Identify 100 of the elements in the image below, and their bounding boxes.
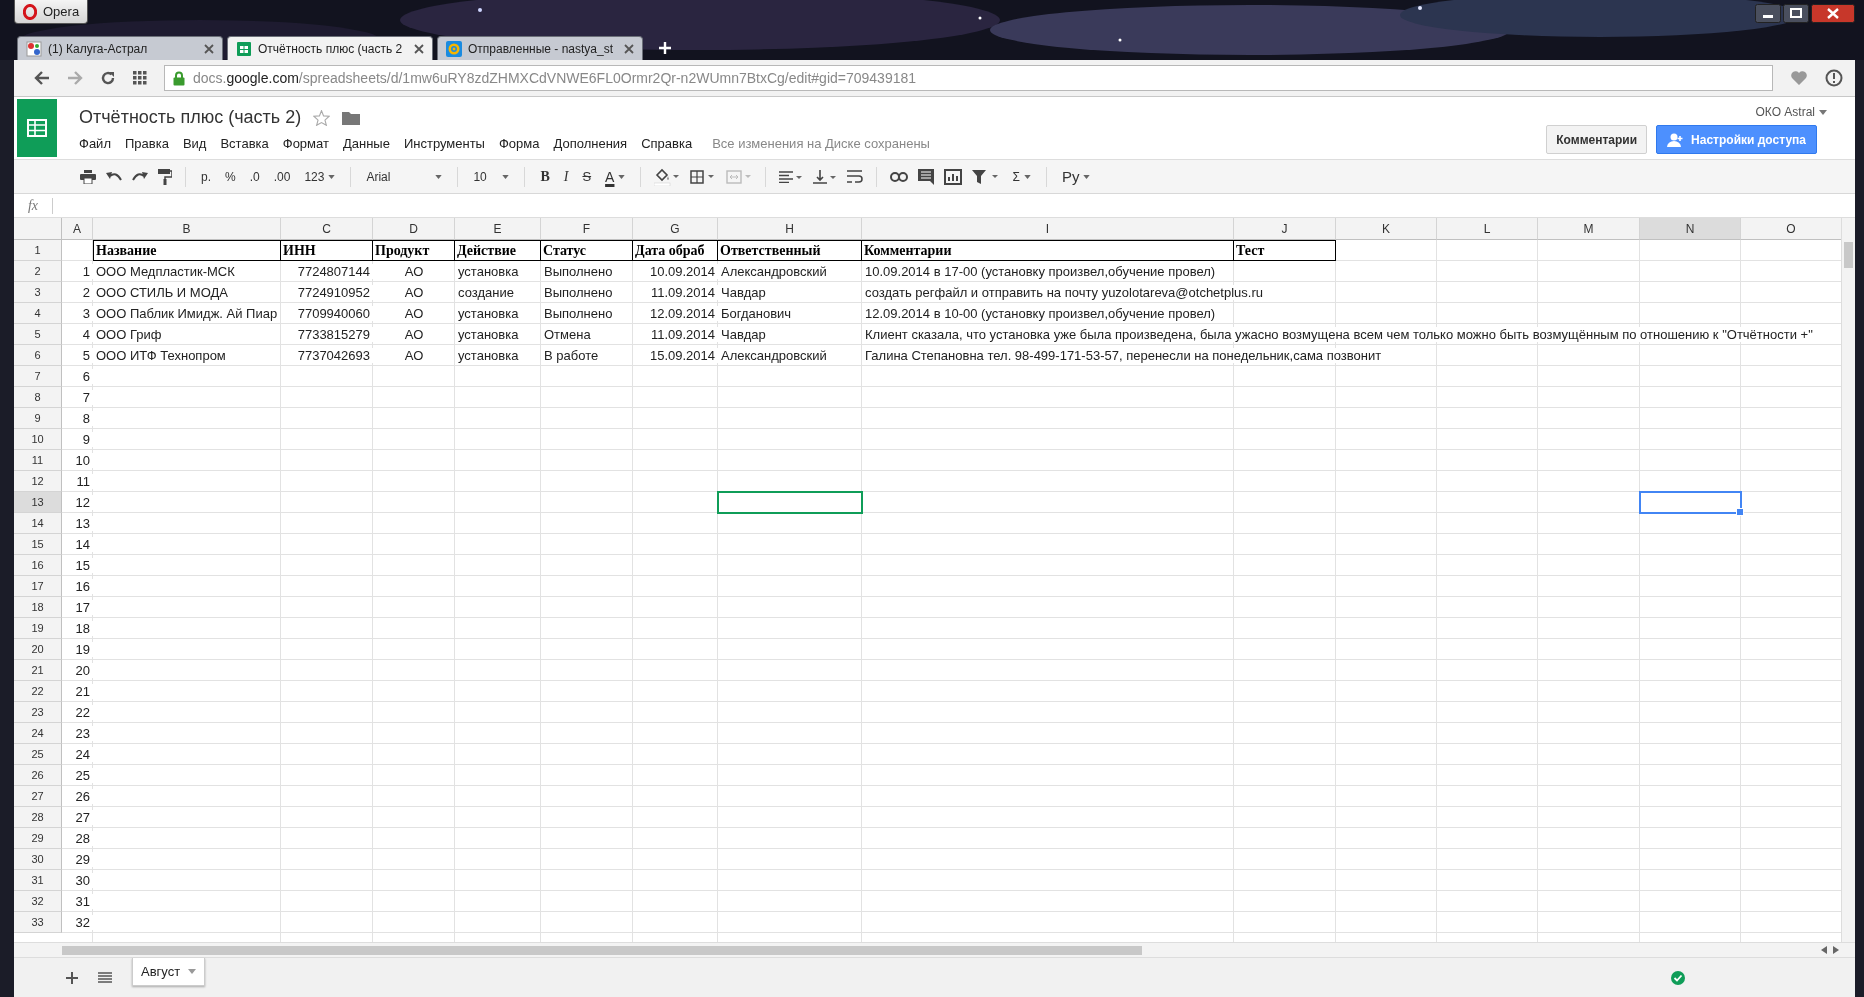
- row-header[interactable]: 7: [14, 366, 62, 387]
- sheet-tab[interactable]: Август: [132, 957, 206, 986]
- row-header[interactable]: 13: [14, 492, 62, 513]
- menu-item[interactable]: Файл: [79, 136, 111, 151]
- selected-cell[interactable]: [1639, 491, 1742, 514]
- browser-tab[interactable]: Отправленные - nastya_st: [437, 36, 643, 60]
- row-header[interactable]: 17: [14, 576, 62, 597]
- menu-item[interactable]: Дополнения: [553, 136, 628, 151]
- functions-dropdown[interactable]: Σ: [1010, 169, 1033, 184]
- text-wrap-icon[interactable]: [847, 169, 864, 184]
- row-header[interactable]: 28: [14, 807, 62, 828]
- add-sheet-icon[interactable]: [66, 971, 78, 984]
- increase-decimals-button[interactable]: .00: [271, 169, 293, 184]
- undo-icon[interactable]: [106, 170, 122, 183]
- vertical-scrollbar[interactable]: [1841, 218, 1855, 942]
- row-header[interactable]: 2: [14, 261, 62, 282]
- browser-tab[interactable]: Отчётность плюс (часть 2: [227, 36, 433, 60]
- scroll-right-icon[interactable]: [1833, 946, 1839, 954]
- menu-item[interactable]: Справка: [641, 136, 693, 151]
- sheet-list-icon[interactable]: [98, 972, 112, 983]
- grid-icon[interactable]: [133, 71, 147, 85]
- italic-button[interactable]: I: [561, 168, 571, 185]
- new-tab-icon[interactable]: [659, 42, 671, 54]
- row-header[interactable]: 23: [14, 702, 62, 723]
- row-header[interactable]: 30: [14, 849, 62, 870]
- menu-item[interactable]: Данные: [342, 136, 390, 151]
- close-icon[interactable]: [1811, 4, 1855, 23]
- folder-icon[interactable]: [342, 110, 361, 125]
- row-header[interactable]: 3: [14, 282, 62, 303]
- font-dropdown[interactable]: Arial: [364, 169, 445, 184]
- decrease-decimals-button[interactable]: .0: [247, 169, 262, 184]
- input-tools-dropdown[interactable]: Ру: [1059, 168, 1093, 185]
- row-header[interactable]: 16: [14, 555, 62, 576]
- row-header[interactable]: 9: [14, 408, 62, 429]
- reload-icon[interactable]: [100, 70, 116, 86]
- row-header[interactable]: 21: [14, 660, 62, 681]
- row-header[interactable]: 29: [14, 828, 62, 849]
- browser-tab[interactable]: (1) Калуга-Астрал: [17, 36, 223, 60]
- comments-button[interactable]: Комментарии: [1546, 125, 1648, 154]
- column-header[interactable]: J: [1234, 218, 1336, 240]
- row-header[interactable]: 26: [14, 765, 62, 786]
- column-header[interactable]: K: [1336, 218, 1437, 240]
- row-header[interactable]: 15: [14, 534, 62, 555]
- heart-icon[interactable]: [1790, 70, 1808, 86]
- column-header[interactable]: G: [633, 218, 718, 240]
- column-header[interactable]: B: [93, 218, 281, 240]
- redo-icon[interactable]: [132, 170, 148, 183]
- column-header[interactable]: L: [1437, 218, 1538, 240]
- paint-roller-icon[interactable]: [158, 168, 172, 185]
- font-size-dropdown[interactable]: 10: [471, 169, 512, 184]
- row-header[interactable]: 31: [14, 870, 62, 891]
- strikethrough-button[interactable]: S: [580, 169, 594, 184]
- text-color-button[interactable]: A: [603, 168, 628, 185]
- column-header[interactable]: A: [62, 218, 93, 240]
- account-menu[interactable]: ОКО Astral: [1755, 105, 1827, 119]
- row-header[interactable]: 6: [14, 345, 62, 366]
- row-header[interactable]: 1: [14, 240, 62, 261]
- menu-item[interactable]: Форма: [498, 136, 540, 151]
- row-header[interactable]: 22: [14, 681, 62, 702]
- column-header[interactable]: I: [862, 218, 1234, 240]
- menu-item[interactable]: Вид: [182, 136, 207, 151]
- scroll-left-icon[interactable]: [1821, 946, 1827, 954]
- row-header[interactable]: 18: [14, 597, 62, 618]
- column-header[interactable]: D: [373, 218, 455, 240]
- filter-icon[interactable]: [972, 169, 1001, 184]
- maximize-icon[interactable]: [1783, 4, 1809, 23]
- horizontal-scrollbar[interactable]: [14, 942, 1855, 957]
- column-header[interactable]: N: [1640, 218, 1741, 240]
- back-icon[interactable]: [34, 71, 50, 85]
- menu-item[interactable]: Вставка: [220, 136, 269, 151]
- link-icon[interactable]: [890, 171, 909, 182]
- fill-color-icon[interactable]: [654, 167, 681, 186]
- row-header[interactable]: 32: [14, 891, 62, 912]
- column-header[interactable]: C: [281, 218, 373, 240]
- percent-button[interactable]: %: [223, 169, 238, 184]
- sheets-logo-icon[interactable]: [17, 99, 57, 157]
- currency-button[interactable]: р.: [199, 169, 213, 184]
- row-header[interactable]: 25: [14, 744, 62, 765]
- row-header[interactable]: 24: [14, 723, 62, 744]
- row-header[interactable]: 33: [14, 912, 62, 933]
- row-header[interactable]: 4: [14, 303, 62, 324]
- vertical-align-icon[interactable]: [813, 169, 838, 184]
- address-field[interactable]: docs.google.com/spreadsheets/d/1mw6uRY8zdZHMXCdVNWE6FL0Ormr2Qr-n2WUmn7BtxCg/edit#gid=709439181: [164, 65, 1773, 91]
- row-header[interactable]: 11: [14, 450, 62, 471]
- row-header[interactable]: 12: [14, 471, 62, 492]
- star-icon[interactable]: [313, 109, 331, 126]
- row-header[interactable]: 14: [14, 513, 62, 534]
- column-header[interactable]: H: [718, 218, 862, 240]
- minimize-icon[interactable]: [1755, 4, 1781, 23]
- borders-icon[interactable]: [690, 169, 717, 184]
- opera-menu-button[interactable]: Opera: [14, 0, 89, 24]
- menu-item[interactable]: Правка: [124, 136, 169, 151]
- menu-item[interactable]: Формат: [282, 136, 329, 151]
- align-left-icon[interactable]: [779, 170, 804, 183]
- row-header[interactable]: 27: [14, 786, 62, 807]
- number-format-dropdown[interactable]: 123: [302, 169, 338, 184]
- row-header[interactable]: 19: [14, 618, 62, 639]
- row-header[interactable]: 8: [14, 387, 62, 408]
- menu-item[interactable]: Инструменты: [403, 136, 485, 151]
- row-header[interactable]: 5: [14, 324, 62, 345]
